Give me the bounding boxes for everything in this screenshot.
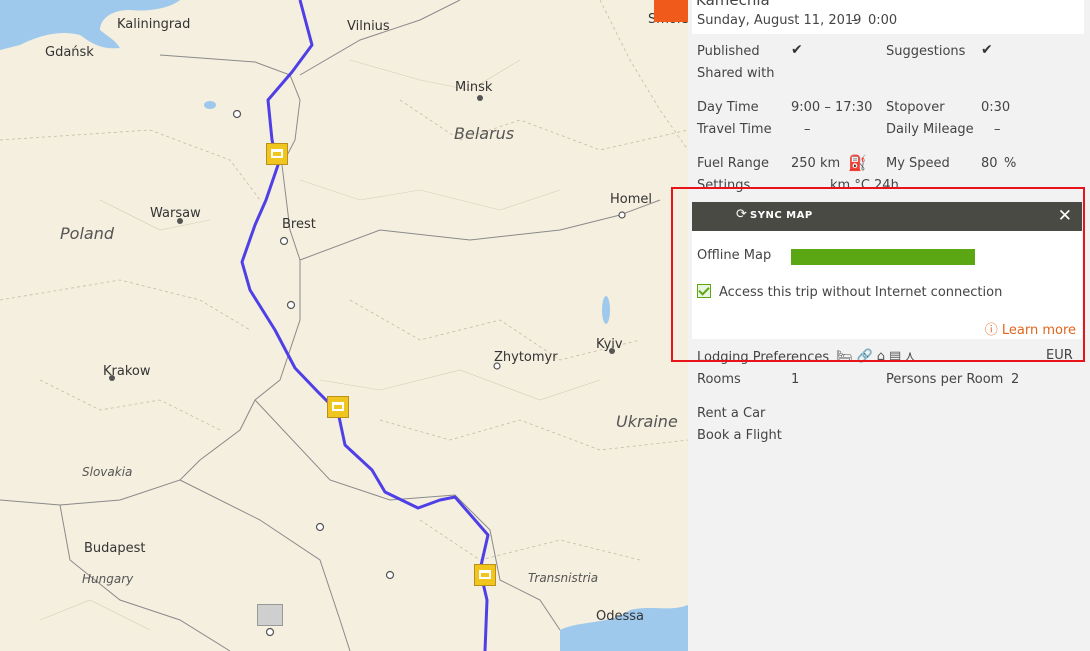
sync-icon: ⟳ — [736, 207, 747, 222]
stopover-value[interactable]: 0:30 — [981, 100, 1010, 115]
city-label: Odessa — [596, 609, 644, 624]
settings-values[interactable]: km °C 24h — [830, 178, 899, 193]
travel-time-value: – — [804, 122, 811, 137]
region-label: Hungary — [82, 572, 134, 586]
sync-map-header: ⟳ SYNC MAP ✕ — [692, 202, 1082, 231]
my-speed-unit: % — [1004, 156, 1017, 171]
suggestions-label: Suggestions — [886, 44, 966, 59]
sync-map-dialog: ⟳ SYNC MAP ✕ Offline Map Access this tri… — [692, 202, 1082, 339]
daily-mileage-label: Daily Mileage — [886, 122, 974, 137]
info-icon: ⓘ — [984, 323, 998, 338]
close-icon[interactable]: ✕ — [1058, 206, 1072, 226]
my-speed-value[interactable]: 80 — [981, 156, 998, 171]
trip-header-card: Kamechia Sunday, August 11, 2019 – 0:00 — [692, 0, 1084, 34]
city-label: Budapest — [84, 541, 146, 556]
persons-per-room-value[interactable]: 2 — [1011, 372, 1019, 387]
trip-title: Kamechia — [696, 0, 770, 9]
learn-more-label: Learn more — [1001, 323, 1076, 338]
published-label: Published — [697, 44, 760, 59]
lodging-preferences-label: Lodging Preferences — [697, 350, 830, 365]
city-label: Gdańsk — [45, 45, 94, 60]
fuel-range-label: Fuel Range — [697, 156, 769, 171]
settings-label: Settings — [697, 178, 751, 193]
offline-map-progress-bar — [791, 249, 975, 265]
sync-map-title: SYNC MAP — [750, 210, 813, 221]
city-label: Homel — [610, 192, 653, 207]
my-speed-label: My Speed — [886, 156, 950, 171]
shared-with-label[interactable]: Shared with — [697, 66, 774, 81]
fuel-range-value[interactable]: 250 — [791, 156, 816, 171]
flag-marker-icon[interactable] — [257, 604, 283, 626]
lodging-type-icons[interactable]: 🛏🔗⌂▤⋏ — [836, 349, 919, 364]
day-time-value[interactable]: 9:00 – 17:30 — [791, 100, 872, 115]
suggestions-check-icon[interactable]: ✔ — [981, 42, 993, 58]
city-label: Minsk — [455, 80, 493, 95]
rooms-label: Rooms — [697, 372, 741, 387]
country-label: Ukraine — [616, 412, 678, 431]
trip-time: 0:00 — [868, 13, 898, 28]
city-label: Vilnius — [347, 19, 390, 34]
persons-per-room-label: Persons per Room — [886, 372, 1004, 387]
stopover-label: Stopover — [886, 100, 945, 115]
rooms-value[interactable]: 1 — [791, 372, 799, 387]
city-label: Zhytomyr — [494, 350, 558, 365]
map-view[interactable]: Kaliningrad Gdańsk Vilnius Minsk Warsaw … — [0, 0, 688, 651]
map-action-button[interactable] — [654, 0, 688, 22]
currency-value[interactable]: EUR — [1046, 348, 1073, 363]
city-label: Brest — [282, 217, 316, 232]
city-label: Krakow — [103, 364, 151, 379]
region-label: Slovakia — [82, 465, 133, 479]
city-label: Warsaw — [150, 206, 201, 221]
offline-access-checkbox[interactable] — [697, 284, 711, 298]
city-label: Kaliningrad — [117, 17, 191, 32]
learn-more-link[interactable]: ⓘ Learn more — [985, 319, 1076, 338]
daily-mileage-value: – — [994, 122, 1001, 137]
book-flight-link[interactable]: Book a Flight — [697, 428, 782, 443]
offline-access-label[interactable]: Access this trip without Internet connec… — [719, 285, 1002, 300]
lodging-stop-icon[interactable] — [266, 143, 288, 165]
published-check-icon[interactable]: ✔ — [791, 42, 803, 58]
offline-map-label: Offline Map — [697, 248, 772, 263]
fuel-pump-icon[interactable]: ⛽ — [848, 154, 867, 172]
date-separator: – — [851, 13, 858, 28]
day-time-label: Day Time — [697, 100, 759, 115]
country-label: Poland — [60, 224, 114, 243]
lodging-stop-icon[interactable] — [327, 396, 349, 418]
travel-time-label: Travel Time — [697, 122, 772, 137]
fuel-range-unit: km — [820, 156, 841, 171]
country-label: Belarus — [454, 124, 515, 143]
rent-car-link[interactable]: Rent a Car — [697, 406, 765, 421]
region-label: Transnistria — [528, 571, 599, 585]
city-label: Kyiv — [596, 337, 623, 352]
trip-date: Sunday, August 11, 2019 — [697, 13, 862, 28]
lodging-stop-icon[interactable] — [474, 564, 496, 586]
